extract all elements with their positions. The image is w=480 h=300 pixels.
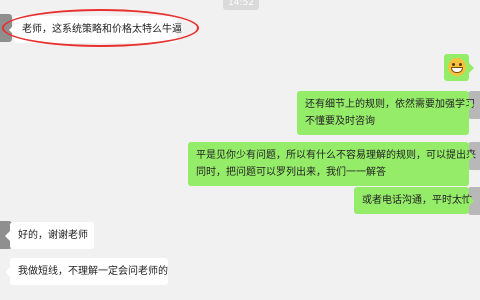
message-bubble-incoming[interactable]: 好的，谢谢老师 bbox=[5, 222, 94, 249]
message-bubble-outgoing[interactable]: 平是见你少有问题，所以有什么不容易理解的规则，可以提出来 同时，把问题可以罗列出… bbox=[188, 142, 476, 186]
message-text: 平是见你少有问题，所以有什么不容易理解的规则，可以提出来 bbox=[196, 150, 476, 161]
timestamp-label: 14:52 bbox=[223, 0, 259, 10]
message-bubble-outgoing-emoji[interactable] bbox=[444, 54, 474, 81]
message-text: 我做短线，不理解一定会问老师的 bbox=[18, 266, 168, 277]
grinning-face-icon bbox=[448, 58, 466, 76]
message-bubble-incoming[interactable]: 我做短线，不理解一定会问老师的 bbox=[5, 258, 168, 285]
message-text: 不懂要及时咨询 bbox=[305, 116, 375, 127]
message-bubble-outgoing[interactable]: 或者电话沟通，平时太忙 bbox=[354, 187, 474, 214]
message-bubble-outgoing[interactable]: 还有细节上的规则，依然需要加强学习 不懂要及时咨询 bbox=[297, 91, 475, 135]
message-bubble-incoming[interactable]: 老师，这系统策略和价格太特么牛逼 bbox=[9, 16, 182, 43]
message-text: 同时，把问题可以罗列出来，我们一一解答 bbox=[196, 167, 386, 178]
message-text: 老师，这系统策略和价格太特么牛逼 bbox=[22, 24, 182, 35]
message-text: 或者电话沟通，平时太忙 bbox=[362, 195, 472, 206]
message-text: 好的，谢谢老师 bbox=[18, 230, 88, 241]
message-text: 还有细节上的规则，依然需要加强学习 bbox=[305, 99, 475, 110]
